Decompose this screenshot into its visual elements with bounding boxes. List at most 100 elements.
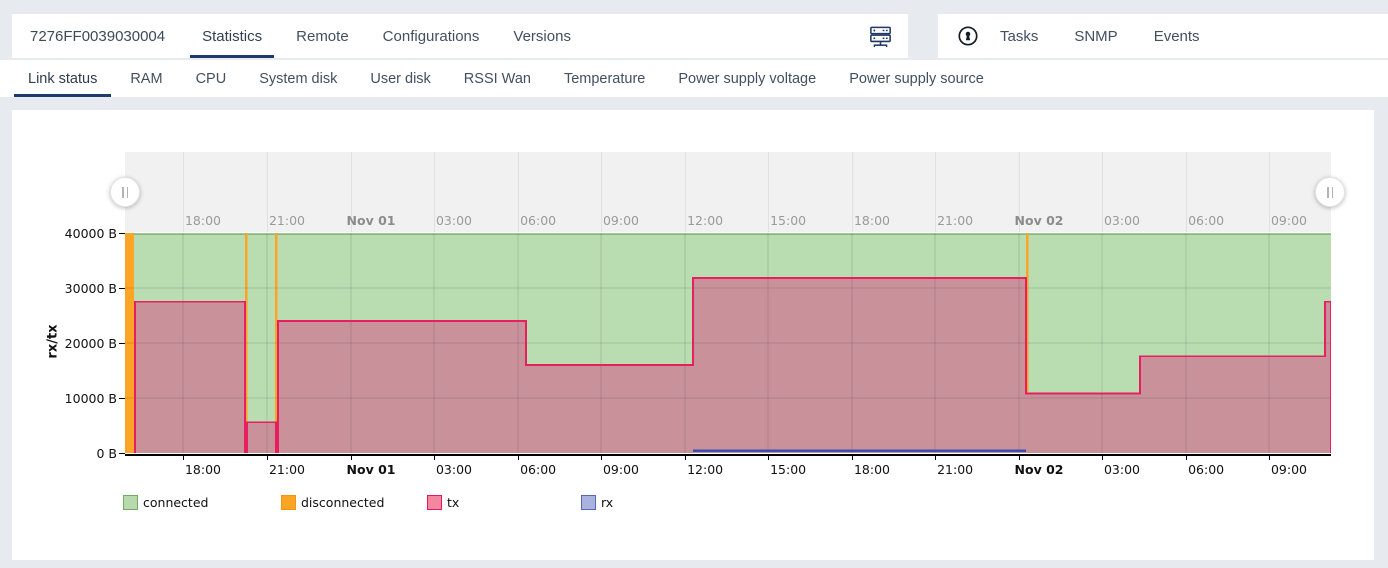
drag-handle-icon — [127, 187, 129, 198]
x-axis-tick — [852, 456, 853, 460]
x-axis-tick-label: Nov 01 — [339, 462, 403, 477]
subtab-power-supply-source-label: Power supply source — [849, 71, 984, 87]
x-axis-tick-label: 18:00 — [171, 462, 235, 477]
tab-versions[interactable]: Versions — [496, 14, 588, 58]
server-rack-icon[interactable] — [866, 22, 894, 50]
nav-item-tasks[interactable]: Tasks — [982, 14, 1056, 58]
y-axis-tick-label: 40000 B — [55, 226, 117, 241]
range-handle-left[interactable] — [110, 177, 140, 207]
x-axis-tick-label: 12:00 — [673, 462, 737, 477]
range-axis-label: 03:00 — [1090, 213, 1154, 228]
legend-item-rx: rx — [581, 494, 613, 511]
nav-item-tasks-label: Tasks — [1000, 28, 1038, 45]
subtab-system-disk-label: System disk — [259, 71, 337, 87]
x-axis-tick — [1269, 456, 1270, 460]
subtab-temperature[interactable]: Temperature — [550, 60, 659, 97]
tx-area — [135, 302, 245, 453]
legend-label-rx: rx — [601, 495, 613, 510]
y-axis-tick-label: 20000 B — [55, 336, 117, 351]
y-axis-tick-label: 10000 B — [55, 391, 117, 406]
tab-configurations-label: Configurations — [383, 28, 480, 45]
range-axis-label: 09:00 — [589, 213, 653, 228]
subtab-power-supply-source[interactable]: Power supply source — [835, 60, 998, 97]
x-axis-tick-label: 06:00 — [1174, 462, 1238, 477]
range-axis-label: 21:00 — [923, 213, 987, 228]
x-axis-tick-label: 21:00 — [923, 462, 987, 477]
x-axis-tick — [183, 456, 184, 460]
legend-label-connected: connected — [143, 495, 208, 510]
range-axis-label: 06:00 — [506, 213, 570, 228]
nav-item-snmp[interactable]: SNMP — [1056, 14, 1135, 58]
x-axis-tick — [1102, 456, 1103, 460]
x-axis-tick — [518, 456, 519, 460]
y-axis-tick — [119, 453, 125, 454]
tab-versions-label: Versions — [513, 28, 571, 45]
y-axis-title: rx/tx — [46, 322, 61, 362]
legend-item-disconnected: disconnected — [281, 494, 384, 511]
nav-item-events[interactable]: Events — [1136, 14, 1218, 58]
subtab-rssi-wan[interactable]: RSSI Wan — [450, 60, 545, 97]
drag-handle-icon — [122, 187, 124, 198]
device-id: 7276FF0039030004 — [30, 28, 165, 45]
range-axis-label: Nov 02 — [1007, 213, 1071, 228]
legend-item-connected: connected — [123, 494, 208, 511]
tab-statistics[interactable]: Statistics — [185, 14, 279, 58]
subtab-power-supply-voltage[interactable]: Power supply voltage — [664, 60, 830, 97]
x-axis-tick-label: 03:00 — [1090, 462, 1154, 477]
x-axis-tick — [1019, 456, 1020, 460]
subtab-link-status[interactable]: Link status — [14, 60, 111, 97]
x-axis-tick — [1186, 456, 1187, 460]
keyhole-icon[interactable] — [954, 22, 982, 50]
nav-item-events-label: Events — [1154, 28, 1200, 45]
legend-swatch-connected — [123, 495, 138, 510]
y-axis-tick — [119, 343, 125, 344]
x-axis-line — [125, 454, 1331, 456]
range-handle-right[interactable] — [1315, 177, 1345, 207]
subtab-power-supply-voltage-label: Power supply voltage — [678, 71, 816, 87]
range-axis-label: 12:00 — [673, 213, 737, 228]
range-axis-label: 18:00 — [840, 213, 904, 228]
x-axis-tick-label: 21:00 — [255, 462, 319, 477]
subtab-ram-label: RAM — [130, 71, 162, 87]
drag-handle-icon — [1327, 187, 1329, 198]
legend-label-tx: tx — [447, 495, 459, 510]
legend-item-tx: tx — [427, 494, 459, 511]
x-axis-tick-label: 09:00 — [589, 462, 653, 477]
x-axis-tick — [601, 456, 602, 460]
legend-swatch-tx — [427, 495, 442, 510]
x-axis-tick-label: 03:00 — [422, 462, 486, 477]
legend-swatch-rx — [581, 495, 596, 510]
range-axis-label: 21:00 — [255, 213, 319, 228]
link-status-chart: 18:00 21:00 Nov 01 03:00 06:00 09:00 12:00 15:0… — [12, 110, 1374, 560]
y-axis-tick-label: 30000 B — [55, 281, 117, 296]
range-axis-label: 15:00 — [756, 213, 820, 228]
y-axis-tick — [119, 398, 125, 399]
x-axis-tick — [434, 456, 435, 460]
subtab-temperature-label: Temperature — [564, 71, 645, 87]
subtab-system-disk[interactable]: System disk — [245, 60, 351, 97]
range-axis-label: 06:00 — [1174, 213, 1238, 228]
subtab-user-disk[interactable]: User disk — [356, 60, 444, 97]
x-axis-tick — [768, 456, 769, 460]
x-axis-tick-label: 06:00 — [506, 462, 570, 477]
range-axis-label: 03:00 — [422, 213, 486, 228]
tab-configurations[interactable]: Configurations — [366, 14, 497, 58]
subtab-cpu[interactable]: CPU — [182, 60, 241, 97]
subtab-user-disk-label: User disk — [370, 71, 430, 87]
x-axis-tick — [267, 456, 268, 460]
statistics-subnav: Link status RAM CPU System disk User dis… — [0, 60, 1388, 97]
subtab-rssi-wan-label: RSSI Wan — [464, 71, 531, 87]
nav-item-snmp-label: SNMP — [1074, 28, 1117, 45]
legend-swatch-disconnected — [281, 495, 296, 510]
y-axis-tick — [119, 288, 125, 289]
utility-nav-bar: Tasks SNMP Events — [938, 14, 1388, 58]
y-axis-tick-label: 0 B — [55, 446, 117, 461]
range-axis-label: Nov 01 — [339, 213, 403, 228]
x-axis-tick — [935, 456, 936, 460]
tab-statistics-label: Statistics — [202, 28, 262, 45]
tab-remote[interactable]: Remote — [279, 14, 366, 58]
tab-remote-label: Remote — [296, 28, 349, 45]
link-status-plot-area[interactable] — [125, 233, 1331, 453]
subtab-ram[interactable]: RAM — [116, 60, 176, 97]
range-axis-label: 18:00 — [171, 213, 235, 228]
